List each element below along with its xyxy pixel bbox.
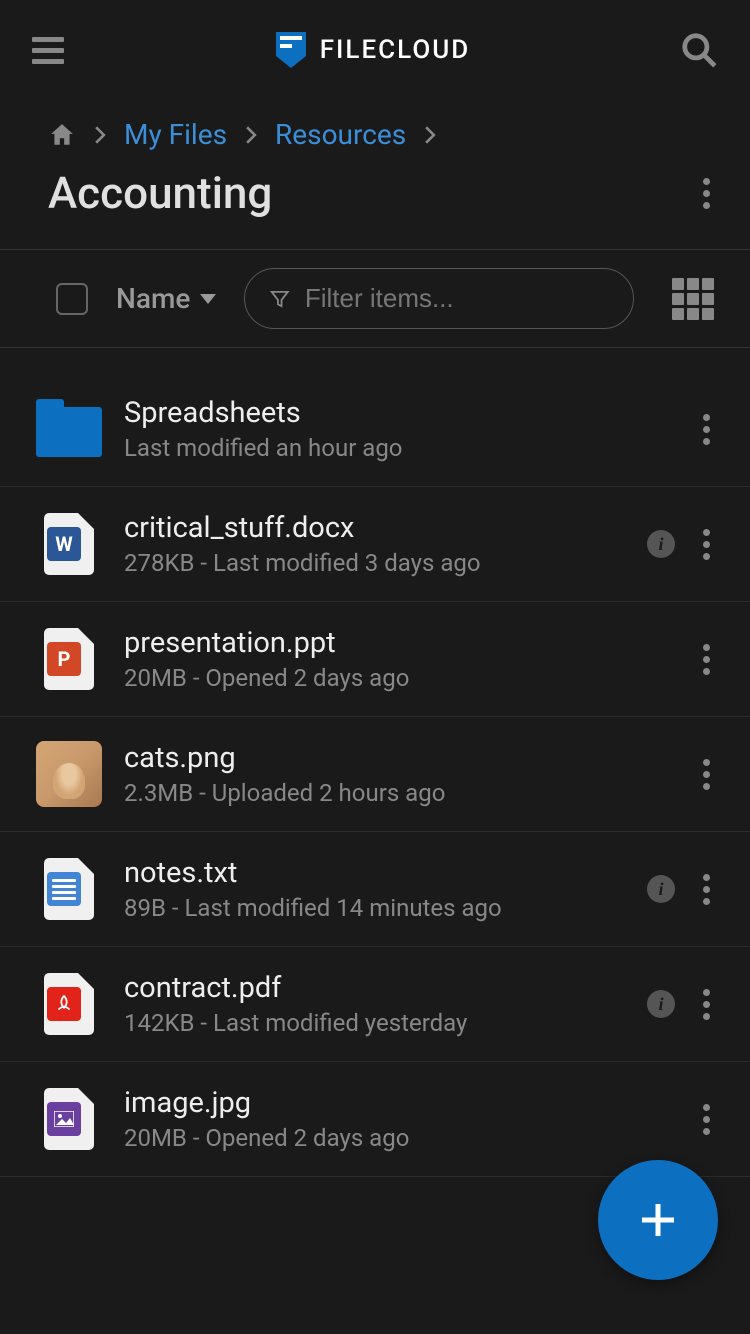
filter-input[interactable] xyxy=(305,283,610,314)
list-item[interactable]: W critical_stuff.docx 278KB - Last modif… xyxy=(0,487,750,602)
file-meta: 89B - Last modified 14 minutes ago xyxy=(124,894,625,922)
list-item[interactable]: image.jpg 20MB - Opened 2 days ago xyxy=(0,1062,750,1177)
app-name: FILECLOUD xyxy=(320,35,471,65)
breadcrumb-link-resources[interactable]: Resources xyxy=(275,118,406,151)
txt-icon xyxy=(36,856,102,922)
item-more-button[interactable] xyxy=(695,866,718,913)
page-title: Accounting xyxy=(48,167,272,219)
info-icon[interactable]: i xyxy=(647,875,675,903)
info-icon[interactable]: i xyxy=(647,530,675,558)
home-icon[interactable] xyxy=(48,122,76,148)
file-name: presentation.ppt xyxy=(124,626,673,660)
item-more-button[interactable] xyxy=(695,1096,718,1143)
image-thumbnail xyxy=(36,741,102,807)
file-meta: Last modified an hour ago xyxy=(124,434,673,462)
file-meta: 2.3MB - Uploaded 2 hours ago xyxy=(124,779,673,807)
item-more-button[interactable] xyxy=(695,981,718,1028)
folder-icon xyxy=(36,396,102,462)
file-list: Spreadsheets Last modified an hour ago W… xyxy=(0,348,750,1177)
file-meta: 142KB - Last modified yesterday xyxy=(124,1009,625,1037)
filter-input-wrapper[interactable] xyxy=(244,268,634,329)
sort-label-text: Name xyxy=(116,282,190,315)
pdf-icon xyxy=(36,971,102,1037)
file-meta: 20MB - Opened 2 days ago xyxy=(124,664,673,692)
logo-shield-icon xyxy=(274,30,308,70)
select-all-checkbox[interactable] xyxy=(56,283,88,315)
breadcrumb-link-myfiles[interactable]: My Files xyxy=(124,118,227,151)
chevron-right-icon xyxy=(245,126,257,144)
menu-button[interactable] xyxy=(32,37,64,64)
file-name: critical_stuff.docx xyxy=(124,511,625,545)
caret-down-icon xyxy=(200,294,216,304)
filter-icon xyxy=(269,287,291,311)
docx-icon: W xyxy=(36,511,102,577)
file-name: notes.txt xyxy=(124,856,625,890)
item-more-button[interactable] xyxy=(695,636,718,683)
list-item[interactable]: P presentation.ppt 20MB - Opened 2 days … xyxy=(0,602,750,717)
jpg-icon xyxy=(36,1086,102,1152)
file-name: image.jpg xyxy=(124,1086,673,1120)
ppt-icon: P xyxy=(36,626,102,692)
info-icon[interactable]: i xyxy=(647,990,675,1018)
file-name: cats.png xyxy=(124,741,673,775)
breadcrumb: My Files Resources xyxy=(0,100,750,161)
list-item[interactable]: cats.png 2.3MB - Uploaded 2 hours ago xyxy=(0,717,750,832)
chevron-right-icon xyxy=(94,126,106,144)
file-meta: 20MB - Opened 2 days ago xyxy=(124,1124,673,1152)
add-button[interactable] xyxy=(598,1160,718,1280)
list-item[interactable]: notes.txt 89B - Last modified 14 minutes… xyxy=(0,832,750,947)
file-meta: 278KB - Last modified 3 days ago xyxy=(124,549,625,577)
chevron-right-icon xyxy=(424,126,436,144)
page-more-button[interactable] xyxy=(695,170,718,217)
item-more-button[interactable] xyxy=(695,406,718,453)
item-more-button[interactable] xyxy=(695,521,718,568)
plus-icon xyxy=(634,1196,682,1244)
grid-view-button[interactable] xyxy=(672,278,714,320)
app-logo: FILECLOUD xyxy=(274,30,471,70)
sort-button[interactable]: Name xyxy=(116,282,216,315)
file-name: contract.pdf xyxy=(124,971,625,1005)
item-more-button[interactable] xyxy=(695,751,718,798)
list-item[interactable]: Spreadsheets Last modified an hour ago xyxy=(0,348,750,487)
list-item[interactable]: contract.pdf 142KB - Last modified yeste… xyxy=(0,947,750,1062)
search-icon[interactable] xyxy=(680,31,718,69)
file-name: Spreadsheets xyxy=(124,396,673,430)
